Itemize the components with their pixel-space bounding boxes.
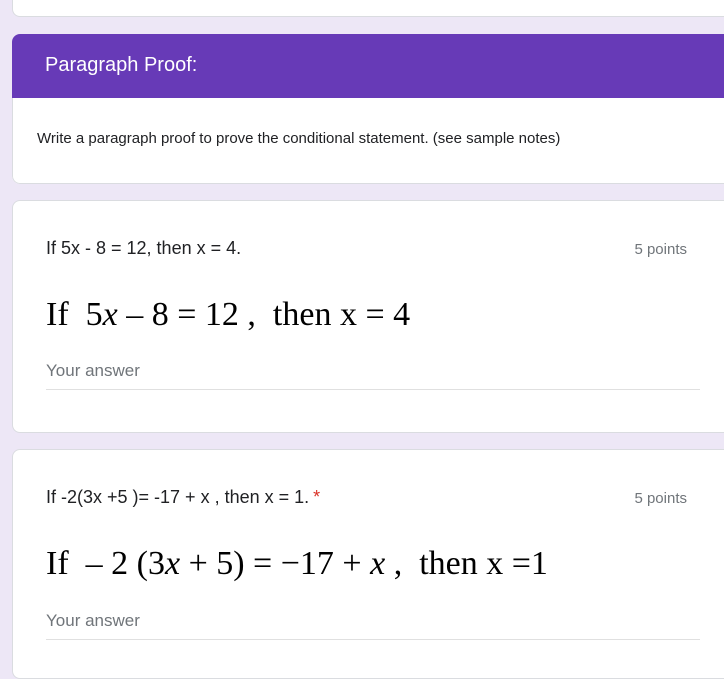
- question-points: 5 points: [634, 241, 687, 258]
- answer-input[interactable]: [46, 611, 700, 640]
- question-image: If – 2 (3x + 5) = −17 + x , then x =1: [46, 545, 548, 582]
- question-title: If -2(3x +5 )= -17 + x , then x = 1. *: [46, 487, 321, 507]
- question-points: 5 points: [634, 490, 687, 507]
- previous-card: [12, 0, 724, 17]
- section-card: Paragraph Proof: Write a paragraph proof…: [12, 34, 724, 184]
- question-card: If 5x - 8 = 12, then x = 4. 5 points If …: [12, 200, 724, 433]
- required-asterisk: *: [313, 487, 321, 507]
- question-image: If 5x – 8 = 12 , then x = 4: [46, 296, 411, 333]
- section-description: Write a paragraph proof to prove the con…: [12, 98, 724, 184]
- section-title: Paragraph Proof:: [12, 34, 724, 98]
- answer-input[interactable]: [46, 361, 700, 390]
- question-title: If 5x - 8 = 12, then x = 4.: [46, 238, 242, 258]
